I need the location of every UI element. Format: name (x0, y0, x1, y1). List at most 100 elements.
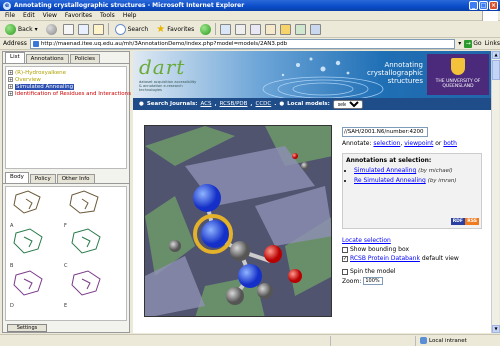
molecule-3d-viewer[interactable] (144, 125, 332, 317)
refresh-icon[interactable] (77, 23, 89, 35)
expand-icon[interactable]: + (8, 77, 13, 82)
site-banner: dart dataset acquisition accessibility &… (133, 51, 491, 98)
annotation-link[interactable]: Re Simulated Annealing (354, 177, 426, 184)
address-label: Address (3, 40, 27, 47)
acs-link[interactable]: ACS (200, 101, 211, 107)
links-button[interactable]: Links (485, 40, 500, 47)
close-button[interactable]: × (489, 1, 498, 10)
stop-icon[interactable] (62, 23, 74, 35)
menu-file[interactable]: File (5, 12, 15, 19)
uq-crest-icon (451, 58, 465, 75)
back-arrow-icon (5, 23, 16, 35)
intranet-icon (420, 337, 427, 344)
zoom-label: Zoom: (342, 277, 362, 285)
locate-selection-link[interactable]: Locate selection (342, 237, 391, 244)
bounding-box-label: Show bounding box (350, 246, 410, 253)
spin-checkbox[interactable] (342, 268, 348, 275)
tree-item[interactable]: + Simulated Annealing (8, 83, 124, 90)
media-icon[interactable] (200, 23, 212, 35)
forward-button[interactable] (44, 23, 59, 36)
bounding-box-checkbox[interactable] (342, 246, 348, 253)
annotate-both-link[interactable]: both (443, 140, 457, 147)
rss-badge[interactable]: RSS (465, 218, 479, 225)
status-divider (330, 336, 331, 346)
folder-icon[interactable] (280, 23, 292, 35)
tree-item[interactable]: + Overview (8, 76, 124, 83)
edit-icon[interactable] (250, 23, 262, 35)
search-journals-label: Search Journals: (146, 101, 198, 107)
menu-favorites[interactable]: Favorites (65, 12, 92, 19)
tab-other-info[interactable]: Other Info (56, 174, 95, 183)
maximize-button[interactable]: □ (479, 1, 488, 10)
mail-icon[interactable] (220, 23, 232, 35)
address-input[interactable]: http://maenad.itee.uq.edu.au/mh/3Annotat… (29, 38, 456, 49)
menu-tools[interactable]: Tools (100, 12, 115, 19)
vertical-scrollbar[interactable]: ▲ ▼ (491, 51, 500, 333)
expand-icon[interactable]: + (8, 84, 13, 89)
annotation-author: (by michael) (418, 168, 453, 174)
molecule-thumbnails-image (13, 190, 101, 296)
scroll-up-icon[interactable]: ▲ (492, 51, 500, 59)
search-icon (114, 23, 126, 35)
bounding-box-row: Show bounding box (342, 246, 487, 253)
bullet-icon: ● (279, 101, 285, 107)
annotation-item: Re Simulated Annealing (by imran) (354, 177, 478, 184)
annotation-panel: //SAH/2001.N6/number:4200 Annotate: sele… (342, 127, 487, 285)
tree-item-label: Identification of Residues and Interacti… (15, 90, 131, 97)
tree-item[interactable]: + (R)-Hydroxyalkene (8, 69, 124, 76)
ie-icon: e (3, 1, 11, 10)
expand-icon[interactable]: + (8, 91, 13, 96)
expand-icon[interactable]: + (8, 70, 13, 75)
annotation-link[interactable]: Simulated Annealing (354, 167, 416, 174)
ccdc-link[interactable]: CCDC (256, 101, 272, 107)
menu-edit[interactable]: Edit (23, 12, 35, 19)
left-tabs: List Annotations Policies (3, 52, 129, 64)
research-icon[interactable] (310, 23, 322, 35)
local-models-select[interactable]: select (332, 99, 363, 109)
tab-policies[interactable]: Policies (69, 54, 100, 63)
annotate-selection-link[interactable]: selection (373, 140, 400, 147)
zoom-row: Zoom: 100% (342, 277, 487, 285)
go-button[interactable]: → Go (464, 39, 482, 48)
menu-view[interactable]: View (43, 12, 57, 19)
spin-label: Spin the model (350, 268, 396, 275)
spin-row: Spin the model (342, 268, 487, 275)
window-controls: _ □ × (469, 1, 498, 10)
rcsb-link[interactable]: RCSB/PDB (220, 101, 248, 107)
scroll-down-icon[interactable]: ▼ (492, 325, 500, 333)
thumb-label: C (64, 263, 68, 269)
selection-path-input[interactable]: //SAH/2001.N6/number:4200 (342, 127, 428, 137)
tab-policy[interactable]: Policy (29, 174, 56, 183)
local-models-label: Local models: (287, 101, 330, 107)
favorites-button[interactable]: ★ Favorites (154, 23, 196, 36)
home-icon[interactable] (92, 23, 104, 35)
menu-bar: File Edit View Favorites Tools Help (0, 11, 500, 21)
toolbar-separator (215, 23, 217, 35)
print-icon[interactable] (235, 23, 247, 35)
back-label: Back (18, 25, 33, 33)
tab-annotations[interactable]: Annotations (25, 54, 69, 63)
rcsb-checkbox[interactable]: ✓ (342, 255, 348, 262)
security-zone: Local intranet (420, 337, 467, 344)
annotate-viewpoint-link[interactable]: viewpoint (404, 140, 433, 147)
scroll-thumb[interactable] (492, 60, 500, 80)
menu-help[interactable]: Help (123, 12, 137, 19)
go-arrow-icon: → (464, 39, 473, 48)
thumb-label: E (64, 303, 68, 309)
messenger-icon[interactable] (295, 23, 307, 35)
tab-body[interactable]: Body (5, 172, 29, 183)
zoom-select[interactable]: 100% (363, 277, 384, 285)
minimize-button[interactable]: _ (469, 1, 478, 10)
rcsb-link[interactable]: RCSB Protein Databank (350, 255, 420, 262)
rdf-badge[interactable]: RDF (450, 218, 465, 225)
search-button[interactable]: Search (113, 23, 151, 36)
annotation-author: (by imran) (427, 178, 457, 184)
chevron-down-icon[interactable]: ▾ (458, 40, 461, 47)
status-bar: Local intranet (0, 334, 500, 346)
discuss-icon[interactable] (265, 23, 277, 35)
settings-button[interactable]: Settings (7, 324, 47, 332)
back-button[interactable]: Back ▾ (3, 23, 40, 36)
tab-list[interactable]: List (5, 52, 25, 63)
rcsb-view-row: ✓ RCSB Protein Databank default view (342, 255, 487, 262)
tree-item[interactable]: + Identification of Residues and Interac… (8, 90, 131, 97)
